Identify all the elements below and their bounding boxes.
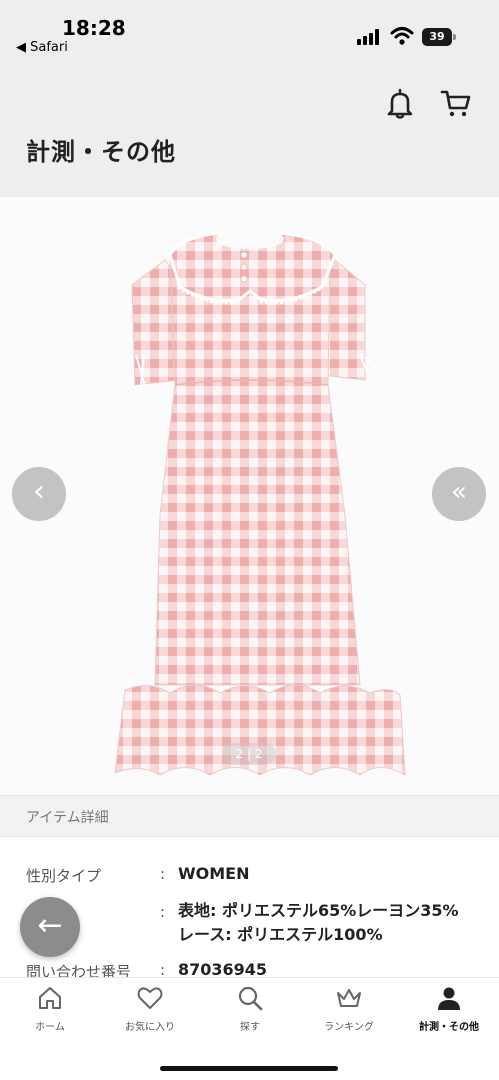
battery-level: 39 bbox=[422, 28, 452, 46]
previous-image-button[interactable]: ‹ bbox=[12, 467, 66, 521]
section-title: アイテム詳細 bbox=[26, 810, 109, 826]
tab-measure-other-label: 計測・その他 bbox=[419, 1022, 479, 1033]
cellular-signal-icon bbox=[357, 29, 383, 45]
heart-icon bbox=[137, 987, 163, 1009]
home-icon bbox=[39, 987, 61, 1009]
tab-search[interactable]: 探す bbox=[200, 984, 300, 1044]
detail-colon: : bbox=[160, 865, 166, 883]
detail-colon: : bbox=[160, 961, 166, 977]
tab-favorites[interactable]: お気に入り bbox=[100, 984, 200, 1044]
detail-label-gender-type: 性別タイプ bbox=[26, 867, 102, 885]
floating-back-button[interactable]: ← bbox=[20, 897, 80, 957]
tab-measure-other[interactable]: 計測・その他 bbox=[399, 984, 499, 1044]
back-to-safari-link[interactable]: ◀ Safari bbox=[16, 40, 68, 55]
cart-icon[interactable] bbox=[440, 88, 472, 118]
tab-ranking-label: ランキング bbox=[324, 1022, 374, 1033]
home-indicator[interactable] bbox=[160, 1066, 338, 1071]
detail-colon: : bbox=[160, 903, 166, 921]
app-header: 計測・その他 bbox=[0, 62, 499, 197]
crown-icon bbox=[337, 989, 361, 1007]
status-bar: 18:28 ◀ Safari 39 bbox=[0, 0, 499, 62]
tab-favorites-label: お気に入り bbox=[125, 1022, 175, 1033]
wifi-icon bbox=[390, 27, 414, 45]
bottom-tab-bar: ホーム お気に入り 探す ランキング 計測・その他 bbox=[0, 977, 499, 1080]
image-page-indicator: 2 | 2 bbox=[222, 743, 276, 765]
item-details-table: 性別タイプ : WOMEN : 表地: ポリエステル65%レーヨン35% レース… bbox=[0, 837, 499, 977]
tab-search-label: 探す bbox=[240, 1022, 260, 1033]
tab-home-label: ホーム bbox=[35, 1022, 65, 1033]
status-time: 18:28 bbox=[62, 16, 126, 40]
page-title: 計測・その他 bbox=[26, 138, 176, 166]
person-icon bbox=[438, 987, 460, 1010]
detail-value-material: 表地: ポリエステル65%レーヨン35% レース: ポリエステル100% bbox=[178, 901, 459, 944]
dress-image bbox=[114, 229, 406, 776]
bell-icon[interactable] bbox=[385, 88, 415, 120]
next-image-button[interactable]: « bbox=[432, 467, 486, 521]
tab-home[interactable]: ホーム bbox=[0, 984, 100, 1044]
product-image-carousel[interactable]: ‹ « 2 | 2 bbox=[0, 197, 499, 795]
tab-ranking[interactable]: ランキング bbox=[299, 984, 399, 1044]
detail-label-inquiry-number: 問い合わせ番号 bbox=[26, 963, 132, 977]
battery-icon: 39 bbox=[422, 28, 456, 46]
item-details-header: アイテム詳細 bbox=[0, 795, 499, 837]
detail-value-inquiry-number: 87036945 bbox=[178, 960, 268, 977]
search-icon bbox=[238, 986, 263, 1011]
detail-value-gender-type: WOMEN bbox=[178, 864, 250, 883]
